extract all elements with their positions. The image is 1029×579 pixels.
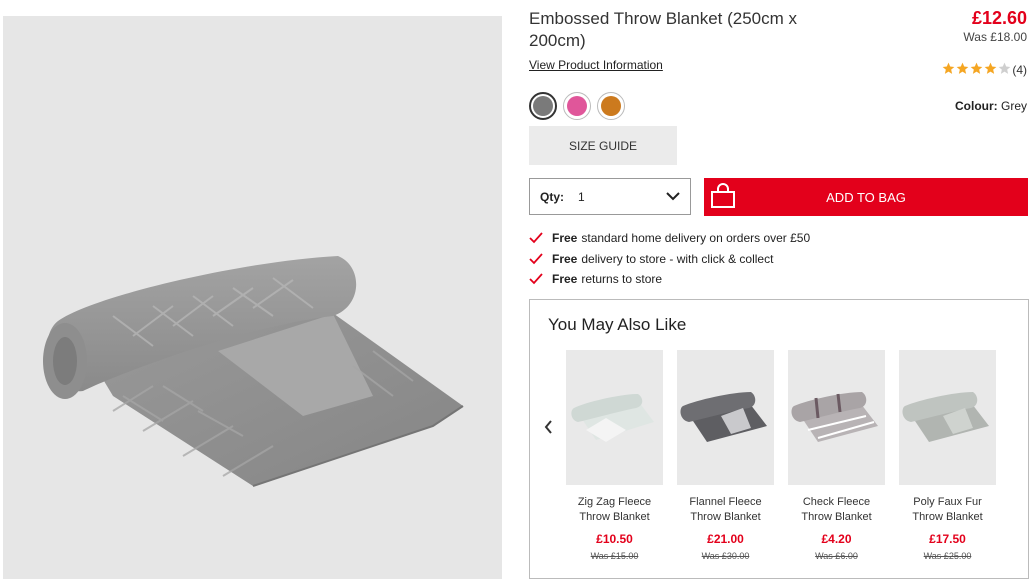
product-image (3, 16, 502, 579)
swatch-pink[interactable] (563, 92, 591, 120)
product-card[interactable]: Zig Zag Fleece Throw Blanket £10.50 Was … (566, 350, 663, 561)
qty-label: Qty: (540, 189, 564, 204)
add-to-bag-button[interactable]: ADD TO BAG (704, 178, 1028, 216)
product-card-name: Flannel Fleece Throw Blanket (689, 496, 762, 523)
product-thumbnail (788, 350, 885, 485)
product-thumbnail (899, 350, 996, 485)
quantity-select[interactable]: Qty: 1 (529, 178, 691, 215)
product-thumbnail (677, 350, 774, 485)
star-icon (956, 62, 970, 78)
benefit-item: Free returns to store (529, 269, 810, 290)
product-card-price: £4.20 (821, 532, 852, 546)
star-icon (970, 62, 984, 78)
product-card[interactable]: Poly Faux Fur Throw Blanket £17.50 Was £… (899, 350, 996, 561)
product-title: Embossed Throw Blanket (250cm x 200cm) (529, 9, 798, 50)
product-price: £12.60 (971, 8, 1027, 28)
add-to-bag-label: ADD TO BAG (826, 189, 906, 205)
benefit-item: Free standard home delivery on orders ove… (529, 228, 810, 249)
product-card-was-price: Was £15.00 (590, 551, 639, 561)
delivery-benefits: Free standard home delivery on orders ove… (529, 228, 810, 290)
shopping-bag-icon (710, 183, 736, 212)
product-card-was-price: Was £25.00 (923, 551, 972, 561)
rating[interactable]: (4) (942, 62, 1027, 78)
was-price: Was £18.00 (963, 30, 1027, 44)
swatch-mustard[interactable] (597, 92, 625, 120)
product-details: Embossed Throw Blanket (250cm x 200cm) £… (529, 0, 1029, 579)
product-card-was-price: Was £30.00 (701, 551, 750, 561)
product-card-name: Zig Zag Fleece Throw Blanket (577, 496, 652, 523)
product-card[interactable]: Check Fleece Throw Blanket £4.20 Was £6.… (788, 350, 885, 561)
carousel-prev-button[interactable] (538, 412, 558, 442)
colour-value: Grey (1000, 99, 1027, 113)
star-icon (942, 62, 956, 78)
product-thumbnail (566, 350, 663, 485)
product-card-was-price: Was £6.00 (815, 551, 858, 561)
product-card-price: £17.50 (929, 532, 966, 546)
product-card-name: Check Fleece Throw Blanket (801, 496, 872, 523)
colour-swatches (529, 92, 625, 120)
colour-label: Colour: (954, 99, 998, 113)
chevron-down-icon (666, 190, 680, 204)
checkmark-icon (529, 273, 543, 285)
rating-count: (4) (1012, 63, 1027, 77)
benefit-item: Free delivery to store - with click & col… (529, 249, 810, 270)
blanket-illustration (43, 256, 464, 487)
product-card-name: Poly Faux Fur Throw Blanket (912, 496, 983, 523)
star-empty-icon (998, 62, 1012, 78)
size-guide-button[interactable]: SIZE GUIDE (529, 126, 677, 165)
product-card-price: £21.00 (707, 532, 744, 546)
carousel-cards: Zig Zag Fleece Throw Blanket £10.50 Was … (566, 350, 996, 561)
chevron-left-icon (544, 420, 552, 434)
you-may-also-like: You May Also Like Zig Zag Fleece Throw B… (529, 299, 1029, 579)
view-product-information-link[interactable]: View Product Information (529, 58, 663, 72)
product-card-price: £10.50 (596, 532, 633, 546)
qty-value: 1 (578, 189, 585, 204)
also-like-heading: You May Also Like (548, 315, 687, 334)
colour-indicator: Colour: Grey (955, 99, 1027, 113)
checkmark-icon (529, 232, 543, 244)
product-card[interactable]: Flannel Fleece Throw Blanket £21.00 Was … (677, 350, 774, 561)
star-icon (984, 62, 998, 78)
swatch-grey[interactable] (529, 92, 557, 120)
checkmark-icon (529, 253, 543, 265)
